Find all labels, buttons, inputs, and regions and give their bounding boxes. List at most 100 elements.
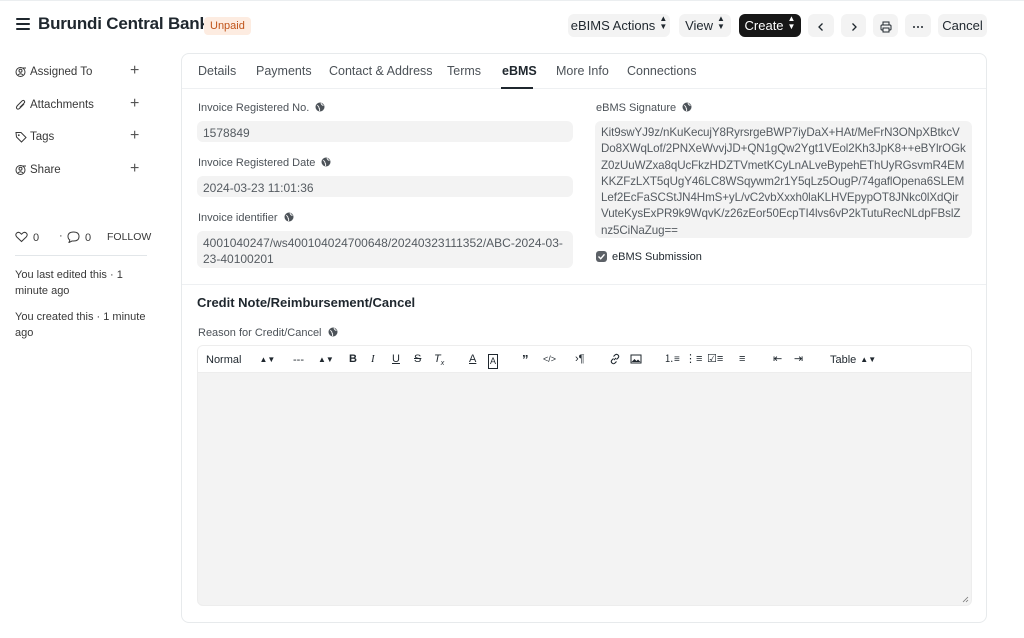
tag-icon [15, 132, 27, 143]
format-select[interactable]: Normal ▲▼ [206, 353, 275, 367]
separator-dot: · [59, 230, 63, 242]
add-share-icon[interactable]: + [130, 160, 139, 177]
menu-toggle-icon[interactable] [16, 18, 30, 30]
comment-count: 0 [85, 232, 92, 244]
sidebar-item-label: Attachments [30, 98, 94, 111]
view-button[interactable]: View ▲ ▼ [679, 14, 731, 37]
editor-toolbar: Normal ▲▼ --- ▲▼ B I U S Tx A A ” </> ›¶ ⒈… [198, 346, 971, 373]
last-edited-text: You last edited this · 1 minute ago [15, 269, 123, 297]
ebims-actions-button[interactable]: eBIMS Actions ▲ ▼ [568, 14, 670, 37]
align-icon[interactable]: ≡ [739, 353, 745, 366]
size-select[interactable]: --- ▲▼ [293, 353, 334, 367]
field-label-text: Reason for Credit/Cancel [198, 327, 322, 339]
form-card: Details Payments Contact & Address Terms… [181, 53, 987, 623]
globe-icon [682, 102, 692, 112]
sidebar-item-label: Tags [30, 131, 55, 143]
likes-comments-bar: 0 · 0 FOLLOW [15, 230, 151, 256]
table-select[interactable]: Table ▲▼ [830, 353, 876, 367]
highlight-icon[interactable]: A [488, 354, 499, 369]
reason-label: Reason for Credit/Cancel [198, 327, 338, 340]
share-icon [15, 164, 26, 175]
add-tag-icon[interactable]: + [130, 128, 139, 144]
clear-format-icon[interactable]: Tx [434, 353, 444, 370]
tab-more-info[interactable]: More Info [556, 64, 609, 78]
field-label-text: eBMS Signature [596, 102, 677, 114]
text-color-icon[interactable]: A [469, 353, 476, 366]
comment-icon[interactable] [67, 231, 80, 243]
add-assignee-icon[interactable]: + [130, 63, 139, 79]
create-button[interactable]: Create ▲ ▼ [739, 14, 801, 37]
globe-icon [321, 157, 331, 167]
updown-caret-icon: ▲ ▼ [659, 14, 668, 31]
page-header: Burundi Central Bank Unpaid eBIMS Action… [0, 8, 1024, 44]
updown-caret-icon: ▲ ▼ [717, 14, 725, 31]
form-sidebar: Assigned To + Attachments + Tags + Share… [15, 60, 149, 190]
tab-ebms[interactable]: eBMS [502, 64, 537, 78]
ebms-submission-checkbox[interactable] [596, 251, 607, 262]
like-count: 0 [33, 232, 40, 244]
printer-icon [880, 21, 891, 33]
invoice-identifier-field[interactable]: 4001040247/ws400104024700648/20240323111… [197, 231, 573, 268]
follow-button[interactable]: FOLLOW [107, 231, 151, 243]
globe-icon [328, 327, 338, 337]
code-icon[interactable]: </> [543, 353, 556, 366]
sidebar-item-label: Share [30, 163, 61, 176]
ellipsis-icon [913, 25, 923, 28]
more-actions-button[interactable] [905, 14, 931, 37]
updown-caret-icon: ▲ ▼ [787, 14, 796, 31]
bold-icon[interactable]: B [349, 353, 357, 366]
invoice-registered-no-field[interactable]: 1578849 [197, 121, 573, 142]
tab-contact-address[interactable]: Contact & Address [329, 64, 433, 78]
form-tabs: Details Payments Contact & Address Terms… [182, 54, 986, 89]
previous-record-button[interactable] [808, 14, 834, 37]
add-attachment-icon[interactable]: + [130, 95, 139, 112]
table-select-label: Table [830, 354, 857, 366]
active-tab-indicator [501, 87, 533, 89]
ebms-signature-label: eBMS Signature [596, 102, 692, 115]
bullet-list-icon[interactable]: ⋮≡ [685, 353, 702, 366]
invoice-identifier-label: Invoice identifier [198, 212, 294, 225]
field-label-text: Invoice identifier [198, 212, 278, 224]
ebms-signature-field[interactable]: Kit9swYJ9z/nKuKecujY8RyrsrgeBWP7iyDaX+HA… [595, 121, 972, 238]
attachment-icon [15, 99, 26, 110]
check-list-icon[interactable]: ☑≡ [707, 353, 723, 366]
tab-terms[interactable]: Terms [447, 64, 481, 78]
resize-handle-icon[interactable] [962, 596, 969, 603]
sidebar-item-attachments[interactable]: Attachments + [15, 93, 149, 126]
underline-icon[interactable]: U [392, 353, 400, 366]
field-label-text: Invoice Registered No. [198, 102, 310, 114]
create-label: Create [744, 18, 784, 33]
sidebar-item-share[interactable]: Share + [15, 158, 149, 191]
invoice-registered-date-label: Invoice Registered Date [198, 157, 331, 170]
cancel-button[interactable]: Cancel [938, 14, 987, 37]
ordered-list-icon[interactable]: ⒈≡ [664, 353, 680, 366]
status-badge: Unpaid [204, 17, 251, 35]
created-text: You created this · 1 minute ago [15, 311, 146, 339]
print-button[interactable] [873, 14, 898, 37]
text-direction-icon[interactable]: ›¶ [575, 353, 585, 366]
tab-payments[interactable]: Payments [256, 64, 312, 78]
strikethrough-icon[interactable]: S [414, 353, 421, 366]
next-record-button[interactable] [841, 14, 866, 37]
heart-icon[interactable] [15, 231, 28, 243]
indent-icon[interactable]: ⇥ [794, 353, 803, 366]
blockquote-icon[interactable]: ” [522, 353, 529, 366]
sidebar-item-tags[interactable]: Tags + [15, 125, 149, 158]
sidebar-item-assigned-to[interactable]: Assigned To + [15, 60, 149, 93]
tab-connections[interactable]: Connections [627, 64, 697, 78]
invoice-registered-date-field[interactable]: 2024-03-23 11:01:36 [197, 176, 573, 197]
link-icon[interactable] [609, 353, 621, 365]
outdent-icon[interactable]: ⇤ [773, 353, 782, 366]
invoice-registered-no-label: Invoice Registered No. [198, 102, 325, 115]
sidebar-item-label: Assigned To [30, 66, 93, 78]
reason-editor[interactable]: Normal ▲▼ --- ▲▼ B I U S Tx A A ” </> ›¶ ⒈… [197, 345, 972, 606]
image-icon[interactable] [630, 353, 642, 365]
top-border [0, 0, 1024, 3]
view-label: View [685, 18, 714, 33]
page-title: Burundi Central Bank [38, 14, 209, 33]
ebims-actions-label: eBIMS Actions [570, 18, 656, 33]
chevron-right-icon [851, 22, 857, 31]
tab-details[interactable]: Details [198, 64, 236, 78]
italic-icon[interactable]: I [371, 353, 375, 366]
globe-icon [315, 102, 325, 112]
